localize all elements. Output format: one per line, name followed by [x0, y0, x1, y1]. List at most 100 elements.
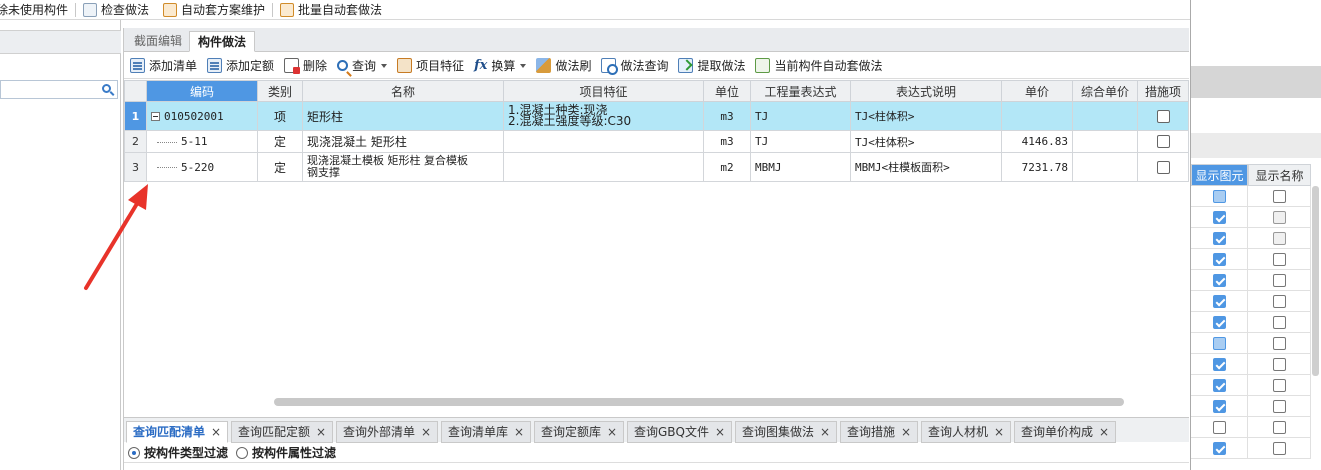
item-feature-button[interactable]: 项目特征	[393, 54, 468, 78]
name-cell[interactable]: 矩形柱	[302, 101, 504, 131]
show-element-checkbox[interactable]	[1212, 399, 1226, 413]
code-cell[interactable]: 5-220	[146, 152, 258, 182]
measure-checkbox[interactable]	[1156, 109, 1170, 123]
method-query-button[interactable]: 做法查询	[597, 54, 672, 78]
expression-cell[interactable]: TJ	[750, 130, 851, 153]
check-method-button[interactable]: 检查做法	[76, 0, 156, 20]
show-element-checkbox[interactable]	[1212, 420, 1226, 434]
show-element-checkbox[interactable]	[1212, 273, 1226, 287]
close-icon[interactable]: ×	[994, 425, 1004, 439]
show-element-checkbox[interactable]	[1212, 294, 1226, 308]
tab-query-match-list[interactable]: 查询匹配清单 ×	[126, 421, 229, 443]
column-header-show-element[interactable]: 显示图元	[1191, 164, 1248, 186]
table-row[interactable]: 1 010502001 项 矩形柱 1.混凝土种类:现浇 2.混凝土强度等级:C…	[124, 101, 1189, 131]
measure-checkbox[interactable]	[1156, 160, 1170, 174]
component-search-box[interactable]	[0, 80, 118, 99]
show-element-checkbox[interactable]	[1212, 441, 1226, 455]
type-cell[interactable]: 定	[257, 152, 303, 182]
row-number[interactable]: 3	[124, 152, 147, 182]
feature-cell[interactable]	[503, 152, 704, 182]
show-element-checkbox[interactable]	[1212, 357, 1226, 371]
column-header-show-name[interactable]: 显示名称	[1248, 164, 1311, 186]
name-cell[interactable]: 现浇混凝土模板 矩形柱 复合模板 钢支撑	[302, 152, 504, 182]
row-number[interactable]: 1	[124, 101, 147, 131]
expression-desc-cell[interactable]: TJ<柱体积>	[850, 130, 1002, 153]
tab-query-external-list[interactable]: 查询外部清单 ×	[336, 421, 439, 443]
extract-method-button[interactable]: 提取做法	[674, 54, 749, 78]
price-cell[interactable]	[1001, 101, 1073, 131]
scheme-maintain-button[interactable]: 自动套方案维护	[156, 0, 272, 20]
remove-unused-button[interactable]: 除未使用构件	[0, 0, 75, 20]
tab-query-unit-price[interactable]: 查询单价构成 ×	[1014, 421, 1117, 443]
expression-desc-cell[interactable]: MBMJ<柱模板面积>	[850, 152, 1002, 182]
column-header-expression-desc[interactable]: 表达式说明	[850, 80, 1002, 102]
component-search-input[interactable]	[1, 81, 96, 98]
method-brush-button[interactable]: 做法刷	[532, 54, 595, 78]
vertical-scrollbar[interactable]	[1312, 186, 1319, 376]
table-row[interactable]: 3 5-220 定 现浇混凝土模板 矩形柱 复合模板 钢支撑 m2 MBMJ M…	[124, 152, 1189, 182]
show-element-checkbox[interactable]	[1212, 189, 1226, 203]
tab-query-gbq-file[interactable]: 查询GBQ文件 ×	[627, 421, 733, 443]
column-header-type[interactable]: 类别	[257, 80, 303, 102]
show-element-checkbox[interactable]	[1212, 252, 1226, 266]
row-number[interactable]: 2	[124, 130, 147, 153]
table-row[interactable]: 2 5-11 定 现浇混凝土 矩形柱 m3 TJ TJ<柱体积> 4146.83	[124, 130, 1189, 153]
convert-dropdown-button[interactable]: fx 换算	[470, 54, 530, 78]
column-header-unit[interactable]: 单位	[703, 80, 751, 102]
close-icon[interactable]: ×	[211, 425, 221, 439]
show-name-checkbox[interactable]	[1272, 441, 1286, 455]
combined-price-cell[interactable]	[1072, 130, 1138, 153]
close-icon[interactable]: ×	[514, 425, 524, 439]
query-dropdown-button[interactable]: 查询	[333, 54, 391, 78]
tab-query-quota-library[interactable]: 查询定额库 ×	[534, 421, 625, 443]
expression-cell[interactable]: MBMJ	[750, 152, 851, 182]
close-icon[interactable]: ×	[715, 425, 725, 439]
measure-checkbox[interactable]	[1156, 135, 1170, 149]
auto-apply-button[interactable]: 当前构件自动套做法	[751, 54, 886, 78]
show-name-checkbox[interactable]	[1272, 336, 1286, 350]
feature-cell[interactable]	[503, 130, 704, 153]
close-icon[interactable]: ×	[820, 425, 830, 439]
combined-price-cell[interactable]	[1072, 101, 1138, 131]
feature-cell[interactable]: 1.混凝土种类:现浇 2.混凝土强度等级:C30	[503, 101, 704, 131]
show-element-checkbox[interactable]	[1212, 315, 1226, 329]
close-icon[interactable]: ×	[607, 425, 617, 439]
show-element-checkbox[interactable]	[1212, 231, 1226, 245]
filter-by-type-radio[interactable]: 按构件类型过滤	[128, 444, 228, 461]
show-element-checkbox[interactable]	[1212, 378, 1226, 392]
column-header-price[interactable]: 单价	[1001, 80, 1073, 102]
tab-query-match-quota[interactable]: 查询匹配定额 ×	[231, 421, 334, 443]
expression-cell[interactable]: TJ	[750, 101, 851, 131]
name-cell[interactable]: 现浇混凝土 矩形柱	[302, 130, 504, 153]
add-quota-button[interactable]: 添加定额	[203, 54, 278, 78]
batch-auto-button[interactable]: 批量自动套做法	[273, 0, 389, 20]
type-cell[interactable]: 定	[257, 130, 303, 153]
tab-query-atlas-method[interactable]: 查询图集做法 ×	[735, 421, 838, 443]
collapse-icon[interactable]	[151, 112, 160, 121]
show-element-checkbox[interactable]	[1212, 336, 1226, 350]
expression-desc-cell[interactable]: TJ<柱体积>	[850, 101, 1002, 131]
show-name-checkbox[interactable]	[1272, 189, 1286, 203]
close-icon[interactable]: ×	[901, 425, 911, 439]
column-header-code[interactable]: 编码	[146, 80, 258, 102]
unit-cell[interactable]: m3	[703, 130, 751, 153]
show-name-checkbox[interactable]	[1272, 357, 1286, 371]
column-header-expression[interactable]: 工程量表达式	[750, 80, 851, 102]
close-icon[interactable]: ×	[1099, 425, 1109, 439]
code-cell[interactable]: 010502001	[146, 101, 258, 131]
column-header-name[interactable]: 名称	[302, 80, 504, 102]
show-name-checkbox[interactable]	[1272, 273, 1286, 287]
filter-by-attr-radio[interactable]: 按构件属性过滤	[236, 444, 336, 461]
delete-button[interactable]: 删除	[280, 54, 331, 78]
show-element-checkbox[interactable]	[1212, 210, 1226, 224]
measure-cell[interactable]	[1137, 130, 1189, 153]
unit-cell[interactable]: m3	[703, 101, 751, 131]
price-cell[interactable]: 7231.78	[1001, 152, 1073, 182]
tab-query-list-library[interactable]: 查询清单库 ×	[441, 421, 532, 443]
type-cell[interactable]: 项	[257, 101, 303, 131]
show-name-checkbox[interactable]	[1272, 252, 1286, 266]
search-icon[interactable]	[102, 84, 111, 93]
column-header-combined-price[interactable]: 综合单价	[1072, 80, 1138, 102]
column-header-feature[interactable]: 项目特征	[503, 80, 704, 102]
show-name-checkbox[interactable]	[1272, 315, 1286, 329]
